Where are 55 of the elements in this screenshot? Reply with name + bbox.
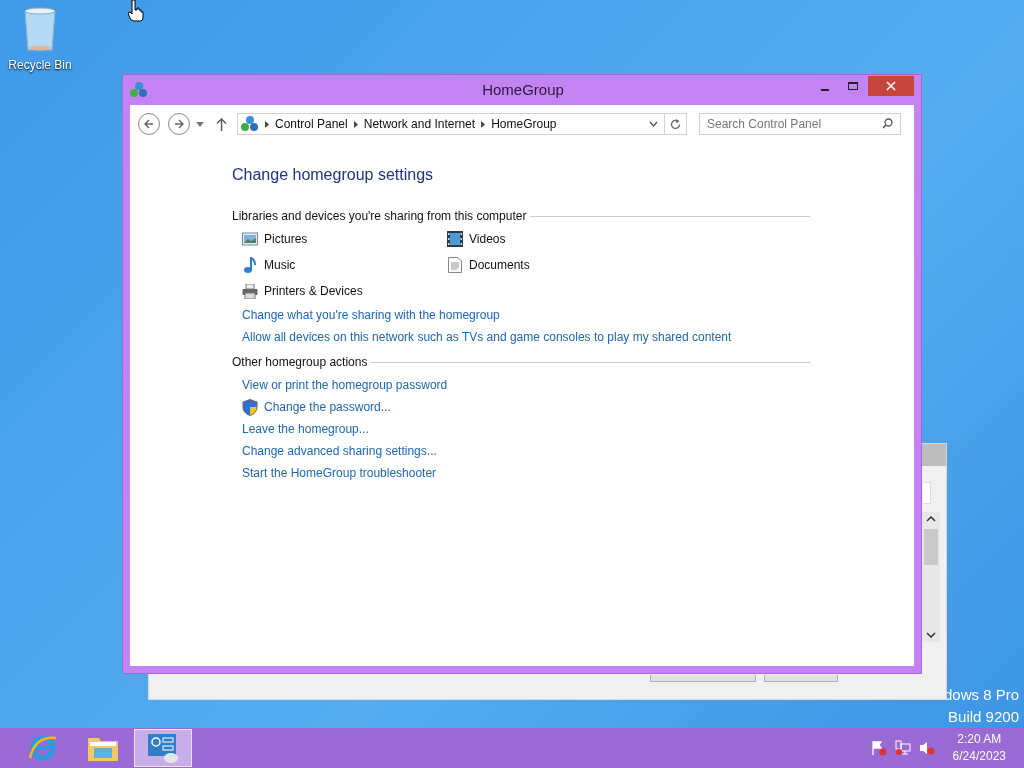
refresh-icon — [670, 118, 681, 130]
picture-frame-icon — [242, 232, 258, 246]
shared-library-label: Printers & Devices — [264, 283, 363, 300]
chevron-right-icon — [265, 120, 269, 128]
section-title: Other homegroup actions — [232, 354, 368, 371]
action-link[interactable]: Allow all devices on this network such as TVs and game consoles to play my shared content — [242, 328, 732, 346]
breadcrumb-item[interactable]: HomeGroup — [491, 115, 557, 133]
document-icon — [448, 257, 462, 273]
hand-cursor-icon — [128, 0, 144, 22]
flag-error-icon[interactable] — [870, 740, 887, 756]
taskbar-app[interactable] — [134, 729, 192, 767]
section-title: Libraries and devices you're sharing from this computer — [232, 208, 527, 225]
close-icon — [886, 81, 896, 91]
chevron-down-icon[interactable] — [649, 121, 658, 127]
close-button[interactable] — [868, 76, 914, 96]
action-link[interactable]: Start the HomeGroup troubleshooter — [242, 464, 437, 482]
film-strip-icon — [447, 231, 463, 247]
search-field[interactable]: Search Control Panel — [699, 113, 901, 135]
search-icon — [882, 118, 893, 129]
chevron-right-icon — [353, 120, 358, 128]
action-link[interactable]: Leave the homegroup... — [242, 420, 369, 438]
music-note-icon — [243, 257, 257, 273]
page-heading: Change homegroup settings — [232, 165, 435, 185]
shared-library-label: Documents — [469, 257, 530, 274]
clock-time[interactable]: 2:20 AM — [957, 731, 1002, 748]
shared-library-label: Music — [264, 257, 296, 274]
breadcrumb-item[interactable]: Control Panel — [275, 115, 348, 133]
speaker-muted-icon[interactable] — [918, 740, 935, 756]
action-link[interactable]: Change advanced sharing settings... — [242, 442, 437, 460]
address-bar[interactable]: Control Panel Network and Internet HomeGroup — [237, 113, 687, 135]
chevron-right-icon — [481, 120, 486, 128]
shield-icon — [242, 398, 258, 416]
forward-arrow-icon — [174, 119, 184, 129]
scroll-thumb[interactable] — [924, 529, 938, 565]
up-arrow-icon[interactable] — [216, 117, 227, 131]
scroll-up-icon[interactable] — [926, 516, 936, 522]
shared-library-label: Pictures — [264, 231, 308, 248]
background-field — [923, 482, 931, 504]
window-title: HomeGroup — [481, 79, 565, 100]
back-arrow-icon — [144, 119, 154, 129]
homegroup-icon — [241, 115, 259, 133]
recycle-bin-icon[interactable] — [22, 6, 58, 52]
scroll-down-icon[interactable] — [926, 632, 936, 638]
shared-library-label: Videos — [469, 231, 506, 248]
breadcrumb-item[interactable]: Network and Internet — [363, 115, 476, 133]
network-error-icon[interactable] — [894, 740, 911, 756]
clock-date[interactable]: 6/24/2023 — [952, 748, 1006, 765]
action-link[interactable]: Change what you're sharing with the homegroup — [242, 306, 500, 324]
recent-dropdown-icon[interactable] — [196, 121, 204, 127]
homegroup-icon — [130, 81, 148, 99]
action-link[interactable]: Change the password... — [264, 398, 391, 416]
printer-icon — [242, 283, 258, 299]
control-panel-icon — [147, 733, 179, 763]
action-link[interactable]: View or print the homegroup password — [242, 376, 448, 394]
edition-watermark-text: Build 9200 — [948, 707, 1019, 727]
